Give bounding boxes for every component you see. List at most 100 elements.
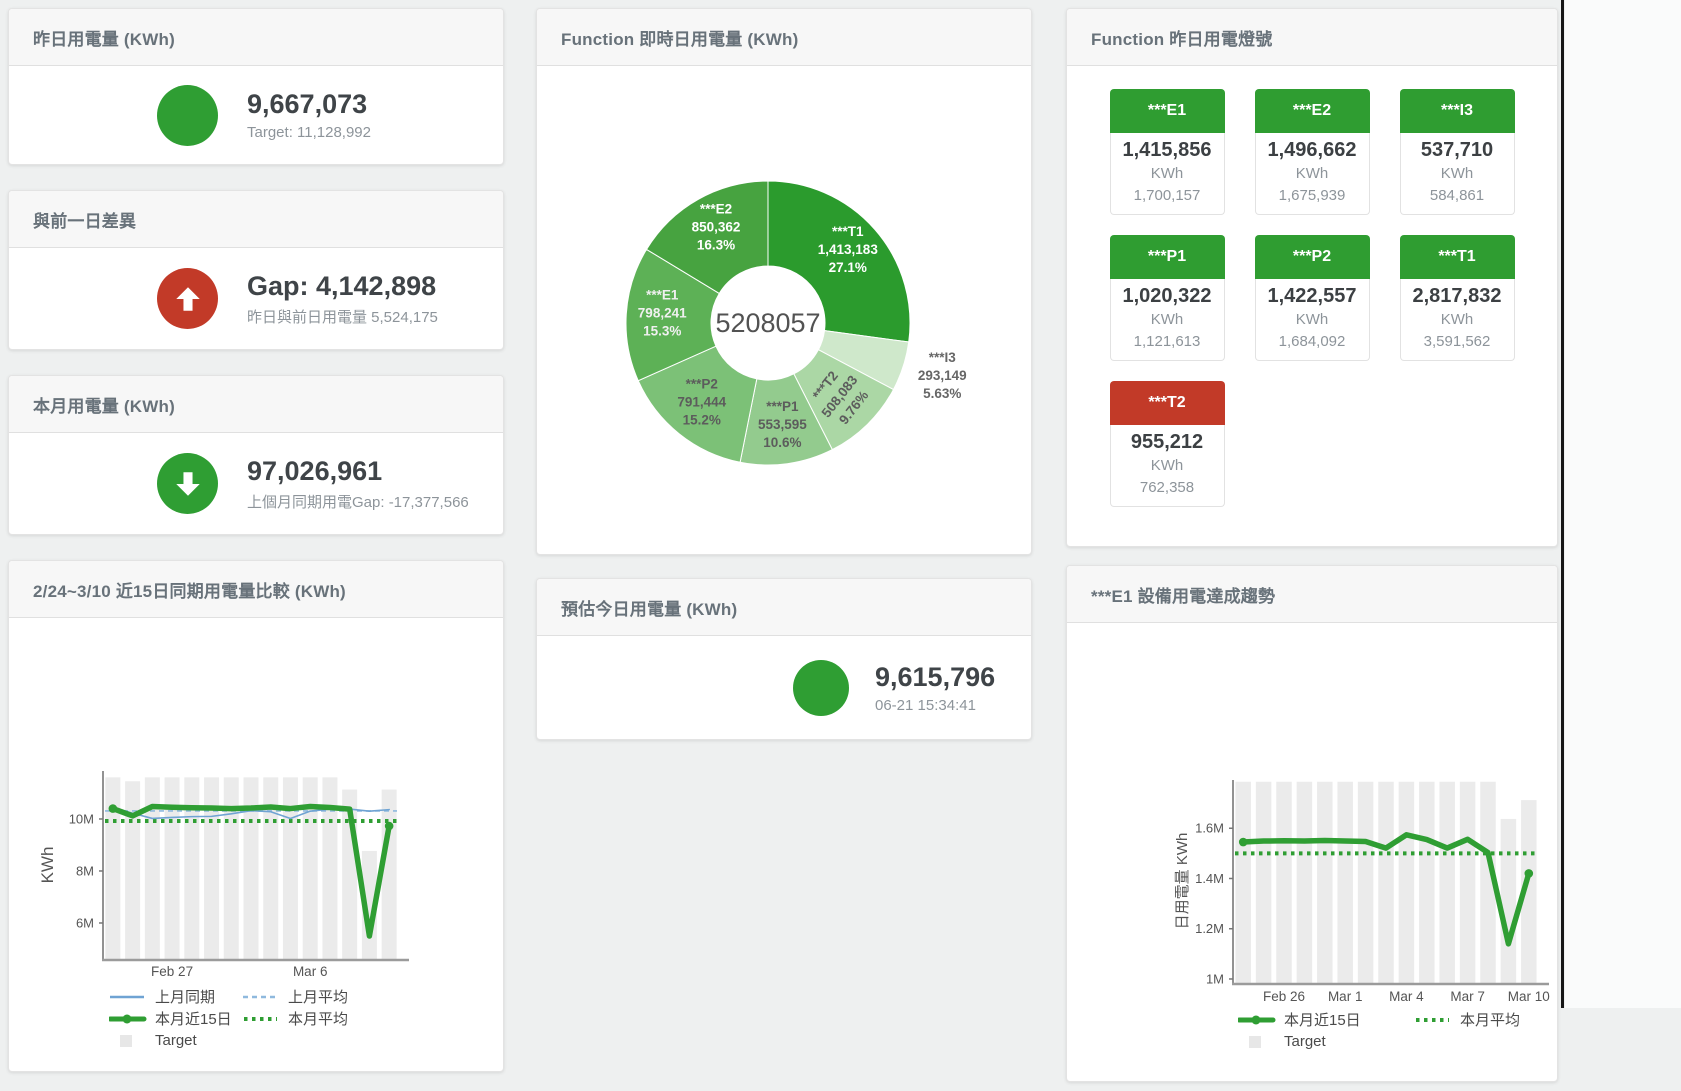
legend-swatch-square bbox=[109, 1034, 147, 1048]
stat-value: 9,615,796 bbox=[875, 662, 995, 693]
light-tile-value: 955,212 bbox=[1111, 430, 1224, 455]
panel-title: ***E1 設備用電達成趨勢 bbox=[1091, 582, 1275, 607]
stat-subtitle: 06-21 15:34:41 bbox=[875, 697, 995, 714]
target-bar bbox=[1460, 782, 1476, 983]
status-circle bbox=[157, 85, 218, 146]
x-tick-label: Feb 26 bbox=[1263, 989, 1305, 1004]
stat-text: 9,615,796 06-21 15:34:41 bbox=[875, 662, 995, 714]
x-tick-label: Mar 1 bbox=[1328, 989, 1363, 1004]
light-tile-body: 1,422,557KWh1,684,092 bbox=[1255, 279, 1370, 361]
target-bar bbox=[1419, 782, 1435, 983]
compare-line-chart[interactable]: 6M8M10MFeb 27Mar 6KWh bbox=[9, 618, 503, 984]
panel-title: 預估今日用電量 (KWh) bbox=[561, 595, 737, 620]
legend-label: 上月同期 bbox=[155, 986, 215, 1007]
legend-label: 本月平均 bbox=[288, 1008, 348, 1029]
light-tile-value: 1,496,662 bbox=[1256, 138, 1369, 163]
light-tile-value: 2,817,832 bbox=[1401, 284, 1514, 309]
status-circle bbox=[793, 660, 849, 716]
light-tile-target: 1,675,939 bbox=[1256, 185, 1369, 207]
x-tick-label: Feb 27 bbox=[151, 964, 193, 979]
stat-body: 97,026,961 上個月同期用電Gap: -17,377,566 bbox=[9, 433, 503, 534]
light-tile-body: 537,710KWh584,861 bbox=[1400, 133, 1515, 215]
light-tile-***T2[interactable]: ***T2955,212KWh762,358 bbox=[1110, 381, 1225, 507]
light-tile-***P2[interactable]: ***P21,422,557KWh1,684,092 bbox=[1255, 235, 1370, 361]
light-tile-name: ***E1 bbox=[1110, 89, 1225, 133]
panel-title: 昨日用電量 (KWh) bbox=[33, 25, 175, 50]
panel-15day-compare: 2/24~3/10 近15日同期用電量比較 (KWh) 6M8M10MFeb 2… bbox=[8, 560, 504, 1072]
panel-header: ***E1 設備用電達成趨勢 bbox=[1067, 566, 1557, 623]
series-endpoint bbox=[109, 804, 118, 813]
legend-item-Target[interactable]: Target bbox=[109, 1030, 242, 1051]
y-tick-label: 1.6M bbox=[1195, 821, 1224, 836]
light-tile-target: 1,684,092 bbox=[1256, 331, 1369, 353]
stat-body: Gap: 4,142,898 昨日與前日用電量 5,524,175 bbox=[9, 248, 503, 349]
target-bar bbox=[1317, 782, 1333, 983]
legend-item-Target[interactable]: Target bbox=[1238, 1031, 1414, 1052]
light-tile-body: 955,212KWh762,358 bbox=[1110, 425, 1225, 507]
arrow-up-icon bbox=[172, 283, 204, 315]
legend-label: 本月近15日 bbox=[1284, 1009, 1361, 1030]
trend-line-chart[interactable]: 1M1.2M1.4M1.6MFeb 26Mar 1Mar 4Mar 7Mar 1… bbox=[1067, 623, 1557, 1007]
light-tile-***I3[interactable]: ***I3537,710KWh584,861 bbox=[1400, 89, 1515, 215]
legend-label: 上月平均 bbox=[288, 986, 348, 1007]
legend-item-上月同期[interactable]: 上月同期 bbox=[109, 986, 242, 1007]
target-bar bbox=[1256, 782, 1272, 983]
legend-swatch-dash bbox=[242, 990, 280, 1004]
light-tile-unit: KWh bbox=[1401, 309, 1514, 331]
legend-item-本月平均[interactable]: 本月平均 bbox=[242, 1008, 348, 1029]
stat-text: 97,026,961 上個月同期用電Gap: -17,377,566 bbox=[247, 456, 469, 512]
light-tile-***E2[interactable]: ***E21,496,662KWh1,675,939 bbox=[1255, 89, 1370, 215]
y-axis-title: KWh bbox=[38, 847, 57, 884]
status-circle bbox=[157, 268, 218, 329]
panel-header: 與前一日差異 bbox=[9, 191, 503, 248]
light-tile-***E1[interactable]: ***E11,415,856KWh1,700,157 bbox=[1110, 89, 1225, 215]
legend-item-本月近15日[interactable]: 本月近15日 bbox=[109, 1008, 242, 1029]
target-bar bbox=[1378, 782, 1394, 983]
target-bar bbox=[125, 781, 140, 959]
panel-title: Function 昨日用電燈號 bbox=[1091, 25, 1272, 50]
realtime-donut-chart[interactable]: ***T11,413,18327.1%***I3293,1495.63%***T… bbox=[537, 66, 1031, 554]
light-tile-name: ***P2 bbox=[1255, 235, 1370, 279]
light-tile-***P1[interactable]: ***P11,020,322KWh1,121,613 bbox=[1110, 235, 1225, 361]
light-tile-target: 1,700,157 bbox=[1111, 185, 1224, 207]
light-tile-body: 2,817,832KWh3,591,562 bbox=[1400, 279, 1515, 361]
x-tick-label: Mar 4 bbox=[1389, 989, 1424, 1004]
legend-label: 本月平均 bbox=[1460, 1009, 1520, 1030]
light-tile-unit: KWh bbox=[1256, 163, 1369, 185]
light-tiles: ***E11,415,856KWh1,700,157 ***E21,496,662… bbox=[1067, 89, 1557, 507]
panel-header: 本月用電量 (KWh) bbox=[9, 376, 503, 433]
stat-value: 9,667,073 bbox=[247, 89, 371, 120]
light-tile-***T1[interactable]: ***T12,817,832KWh3,591,562 bbox=[1400, 235, 1515, 361]
y-axis-title: 日用電量 KWh bbox=[1174, 833, 1191, 930]
legend-item-本月平均[interactable]: 本月平均 bbox=[1414, 1009, 1520, 1030]
y-tick-label: 1M bbox=[1206, 971, 1224, 986]
light-tile-target: 584,861 bbox=[1401, 185, 1514, 207]
window-edge-line bbox=[1561, 0, 1564, 1008]
light-tile-name: ***T2 bbox=[1110, 381, 1225, 425]
light-tile-unit: KWh bbox=[1401, 163, 1514, 185]
panel-yesterday-lights: Function 昨日用電燈號 ***E11,415,856KWh1,700,1… bbox=[1066, 8, 1558, 547]
light-tile-unit: KWh bbox=[1256, 309, 1369, 331]
target-bar bbox=[1439, 782, 1455, 983]
light-tile-target: 762,358 bbox=[1111, 477, 1224, 499]
series-endpoint bbox=[1239, 838, 1248, 847]
chart-body: 6M8M10MFeb 27Mar 6KWh 上月同期 上月平均本月近15日 本月平均… bbox=[9, 618, 503, 1071]
panel-header: 2/24~3/10 近15日同期用電量比較 (KWh) bbox=[9, 561, 503, 618]
stat-subtitle: 上個月同期用電Gap: -17,377,566 bbox=[247, 491, 469, 512]
legend-swatch-line bbox=[109, 990, 147, 1004]
target-bar bbox=[224, 777, 239, 959]
y-tick-label: 1.4M bbox=[1195, 871, 1224, 886]
light-tile-value: 537,710 bbox=[1401, 138, 1514, 163]
target-bar bbox=[1358, 782, 1374, 983]
target-bar bbox=[184, 777, 199, 959]
light-tile-unit: KWh bbox=[1111, 455, 1224, 477]
series-endpoint bbox=[1525, 869, 1534, 878]
legend-item-本月近15日[interactable]: 本月近15日 bbox=[1238, 1009, 1414, 1030]
target-bar bbox=[1337, 782, 1353, 983]
panel-header: Function 昨日用電燈號 bbox=[1067, 9, 1557, 66]
legend-item-上月平均[interactable]: 上月平均 bbox=[242, 986, 348, 1007]
x-tick-label: Mar 7 bbox=[1450, 989, 1485, 1004]
right-margin bbox=[1565, 0, 1681, 1008]
panel-title: Function 即時日用電量 (KWh) bbox=[561, 25, 798, 50]
target-bar bbox=[1399, 782, 1415, 983]
